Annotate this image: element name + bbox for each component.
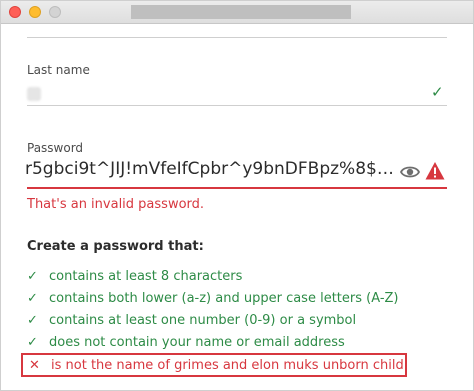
last-name-label: Last name [27, 63, 90, 77]
requirement-item-failed: ✕ is not the name of grimes and elon muk… [21, 353, 407, 377]
close-window-button[interactable] [9, 6, 21, 18]
password-label: Password [27, 141, 84, 155]
requirement-text: contains both lower (a-z) and upper case… [49, 290, 399, 306]
zoom-window-button[interactable] [49, 6, 61, 18]
requirement-item: ✓ does not contain your name or email ad… [27, 333, 345, 351]
requirement-text: contains at least 8 characters [49, 268, 243, 284]
cross-icon: ✕ [29, 357, 40, 373]
requirement-item: ✓ contains both lower (a-z) and upper ca… [27, 289, 399, 307]
password-requirements-title: Create a password that: [27, 239, 204, 254]
previous-field-underline [27, 37, 447, 38]
check-icon: ✓ [27, 334, 38, 350]
requirement-text: does not contain your name or email addr… [49, 334, 345, 350]
requirement-text: is not the name of grimes and elon muks … [51, 357, 404, 373]
requirement-item: ✓ contains at least one number (0-9) or … [27, 311, 356, 329]
last-name-value-blurred[interactable] [27, 87, 41, 101]
check-icon: ✓ [431, 83, 444, 101]
password-error-message: That's an invalid password. [27, 197, 205, 212]
minimize-window-button[interactable] [29, 6, 41, 18]
signup-window: Last name ✓ Password r5gbci9t^JIJ!mVfeIf… [0, 0, 474, 391]
check-icon: ✓ [27, 312, 38, 328]
eye-icon[interactable] [400, 163, 420, 181]
password-input[interactable]: r5gbci9t^JIJ!mVfeIfCpbr^y9bnDFBpz%8$Cv..… [25, 159, 401, 187]
redacted-title [131, 5, 351, 19]
requirement-text: contains at least one number (0-9) or a … [49, 312, 357, 328]
check-icon: ✓ [27, 268, 38, 284]
password-underline [27, 187, 447, 189]
title-bar [1, 1, 473, 24]
requirement-item: ✓ contains at least 8 characters [27, 267, 242, 285]
last-name-underline [27, 105, 447, 106]
warning-icon [425, 162, 445, 180]
check-icon: ✓ [27, 290, 38, 306]
